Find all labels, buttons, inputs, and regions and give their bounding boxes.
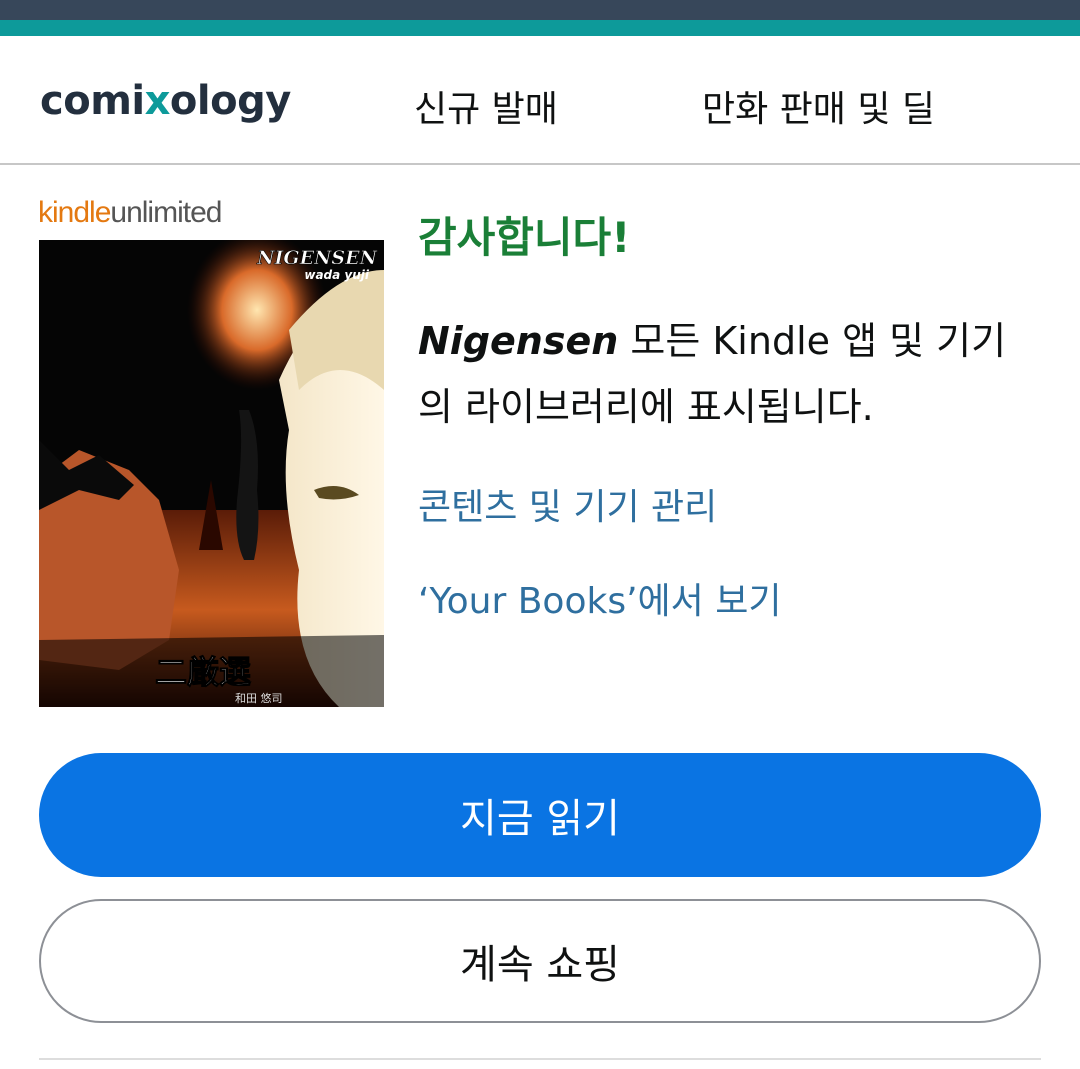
book-cover-art: NIGENSEN wada yuji 二厳選 和田 悠司 [39, 240, 384, 707]
comixology-logo[interactable]: comixology [40, 78, 291, 124]
continue-shopping-button[interactable]: 계속 쇼핑 [39, 899, 1041, 1023]
nav-new-releases[interactable]: 신규 발매 [414, 80, 558, 132]
cover-jp-author-text: 和田 悠司 [235, 691, 283, 705]
cover-jp-title-text: 二厳選 [155, 653, 251, 691]
book-title: Nigensen [418, 319, 619, 363]
cover-title-text: NIGENSEN [256, 247, 378, 269]
confirmation-message: Nigensen 모든 Kindle 앱 및 기기의 라이브러리에 표시됩니다. [418, 308, 1038, 440]
your-books-link[interactable]: ‘Your Books’에서 보기 [418, 572, 781, 624]
status-bar [0, 0, 1080, 20]
divider [39, 1058, 1041, 1060]
logo-text-end: ology [169, 78, 291, 124]
brand-accent-strip [0, 20, 1080, 36]
kindle-unlimited-badge: kindleunlimited [38, 196, 222, 230]
badge-unlimited-text: unlimited [110, 196, 222, 229]
logo-text-start: comi [40, 78, 145, 124]
badge-kindle-text: kindle [38, 196, 111, 229]
book-cover[interactable]: NIGENSEN wada yuji 二厳選 和田 悠司 [39, 240, 384, 707]
top-navigation: comixology 신규 발매 만화 판매 및 딜 [0, 36, 1080, 165]
read-now-button[interactable]: 지금 읽기 [39, 753, 1041, 877]
logo-text-x: x [144, 78, 171, 124]
nav-comic-deals[interactable]: 만화 판매 및 딜 [702, 80, 935, 132]
manage-content-link[interactable]: 콘텐츠 및 기기 관리 [418, 478, 717, 530]
thank-you-heading: 감사합니다! [418, 213, 631, 262]
cover-author-text: wada yuji [304, 268, 370, 282]
